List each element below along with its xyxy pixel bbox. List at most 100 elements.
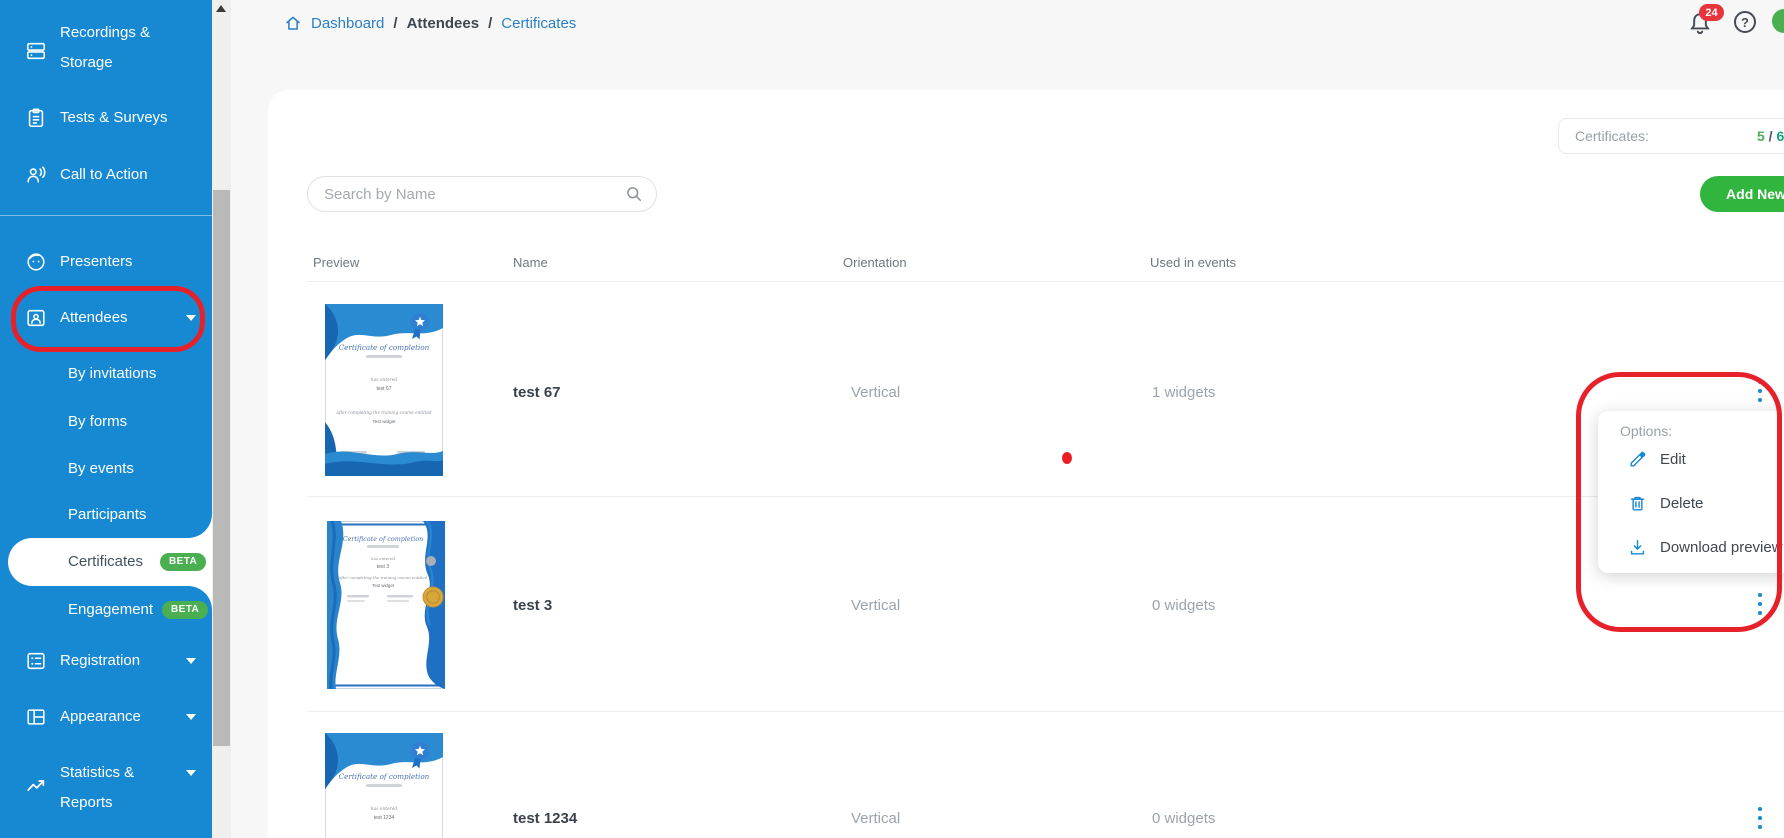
svg-text:Certificate of completion: Certificate of completion	[343, 535, 424, 543]
svg-text:Test widget: Test widget	[373, 419, 397, 424]
quota-value: 5 / 6	[1757, 119, 1784, 153]
svg-text:after completing the training: after completing the training course ent…	[339, 575, 428, 580]
breadcrumb-separator: /	[488, 15, 492, 32]
svg-text:after completing the training: after completing the training course ent…	[337, 410, 432, 415]
sidebar-item-presenters[interactable]: Presenters	[0, 247, 212, 277]
row-options-kebab-icon[interactable]	[1752, 380, 1768, 402]
sidebar-item-appearance[interactable]: Appearance	[0, 702, 212, 732]
tests-surveys-icon	[25, 107, 47, 129]
sidebar-item-label: Attendees	[60, 303, 186, 333]
certificate-preview-thumbnail: Certificate of completion has entered te…	[325, 733, 443, 838]
svg-text:Test widget: Test widget	[372, 583, 395, 588]
breadcrumb-attendees[interactable]: Attendees	[407, 15, 480, 32]
sidebar: Recordings & Storage Tests & Surveys Cal…	[0, 0, 212, 838]
sidebar-item-engagement[interactable]: Engagement BETA	[0, 595, 212, 625]
table-divider	[307, 496, 1784, 497]
pill-curve-top	[188, 514, 212, 538]
sidebar-divider	[0, 215, 212, 216]
sidebar-item-label: Tests & Surveys	[60, 103, 186, 133]
table-divider	[307, 281, 1784, 282]
certificate-preview-thumbnail: Certificate of completion has entered te…	[325, 304, 443, 476]
home-icon[interactable]	[284, 14, 302, 32]
edit-pencil-icon	[1628, 450, 1647, 469]
certificate-preview-thumbnail: Certificate of completion has entered te…	[327, 521, 445, 689]
help-icon[interactable]: ?	[1734, 11, 1756, 33]
quota-used: 5	[1757, 128, 1765, 144]
quota-label: Certificates:	[1575, 119, 1649, 153]
svg-text:test 67: test 67	[376, 386, 391, 392]
quota-separator: /	[1765, 128, 1777, 144]
sidebar-item-tests-surveys[interactable]: Tests & Surveys	[0, 103, 212, 133]
certificate-name: test 3	[513, 597, 552, 614]
breadcrumb-certificates[interactable]: Certificates	[501, 15, 576, 32]
beta-badge: BETA	[162, 601, 208, 619]
presenters-icon	[25, 251, 47, 273]
sidebar-item-participants[interactable]: Participants	[0, 500, 212, 530]
chevron-down-icon	[186, 714, 196, 720]
sidebar-subitem-label: By forms	[68, 413, 127, 430]
table-divider	[307, 711, 1784, 712]
options-popup-title: Options:	[1620, 423, 1672, 439]
sidebar-item-by-events[interactable]: By events	[0, 454, 212, 484]
recordings-storage-icon	[25, 40, 47, 62]
sidebar-subitem-label: By events	[68, 460, 134, 477]
add-new-button[interactable]: Add New	[1700, 176, 1784, 212]
sidebar-item-statistics-reports[interactable]: Statistics & Reports	[0, 758, 212, 818]
sidebar-subitem-label: Engagement	[68, 601, 153, 618]
sidebar-item-by-invitations[interactable]: By invitations	[0, 359, 212, 389]
sidebar-item-label: Statistics & Reports	[60, 758, 186, 818]
registration-icon	[25, 650, 47, 672]
search-input[interactable]	[307, 176, 657, 212]
certificate-used-in-events: 1 widgets	[1152, 384, 1215, 401]
vertical-scrollbar[interactable]	[212, 0, 231, 838]
breadcrumb-separator: /	[393, 15, 397, 32]
sidebar-subitem-label: By invitations	[68, 365, 156, 382]
sidebar-item-by-forms[interactable]: By forms	[0, 407, 212, 437]
notification-count-badge: 24	[1699, 4, 1724, 21]
promo-icon[interactable]	[1772, 9, 1784, 33]
menu-item-delete[interactable]: Delete	[1598, 485, 1784, 521]
certificate-name: test 1234	[513, 810, 577, 827]
statistics-icon	[25, 775, 47, 797]
sidebar-item-label: Call to Action	[60, 160, 186, 190]
sidebar-item-label: Recordings & Storage	[60, 18, 186, 78]
sidebar-item-label: Registration	[60, 646, 186, 676]
sidebar-item-label: Appearance	[60, 702, 186, 732]
breadcrumb-dashboard[interactable]: Dashboard	[311, 15, 384, 32]
sidebar-item-recordings-storage[interactable]: Recordings & Storage	[0, 18, 212, 78]
appearance-icon	[25, 706, 47, 728]
svg-text:has entered: has entered	[371, 807, 398, 812]
sidebar-subitem-label: Participants	[68, 506, 146, 523]
chevron-down-icon	[186, 315, 196, 321]
beta-badge: BETA	[160, 553, 206, 571]
menu-item-label: Download preview	[1660, 539, 1783, 556]
quota-total: 6	[1776, 128, 1784, 144]
menu-item-label: Edit	[1660, 451, 1686, 468]
menu-item-download-preview[interactable]: Download preview	[1598, 529, 1784, 565]
sidebar-item-registration[interactable]: Registration	[0, 646, 212, 676]
menu-item-label: Delete	[1660, 495, 1703, 512]
column-header-orientation: Orientation	[843, 255, 907, 270]
svg-text:Certificate of completion: Certificate of completion	[339, 772, 430, 781]
sidebar-item-call-to-action[interactable]: Call to Action	[0, 160, 212, 190]
sidebar-item-certificates-selected[interactable]: Certificates BETA	[8, 538, 212, 586]
options-popup: Options: Edit Delete Download preview	[1598, 411, 1784, 573]
menu-item-edit[interactable]: Edit	[1598, 441, 1784, 477]
scrollbar-up-arrow[interactable]	[216, 5, 226, 12]
svg-text:has entered: has entered	[371, 378, 398, 383]
certificate-name: test 67	[513, 384, 561, 401]
download-icon	[1628, 538, 1647, 557]
sidebar-subitem-label: Certificates	[68, 538, 143, 586]
row-options-kebab-icon[interactable]	[1752, 593, 1768, 615]
chevron-down-icon	[186, 658, 196, 664]
certificates-page: Recordings & Storage Tests & Surveys Cal…	[0, 0, 1784, 838]
scrollbar-thumb[interactable]	[213, 190, 230, 746]
certificates-quota-box: Certificates: 5 / 6	[1558, 118, 1784, 154]
certificate-orientation: Vertical	[851, 384, 900, 401]
certificate-used-in-events: 0 widgets	[1152, 810, 1215, 827]
call-to-action-icon	[25, 164, 47, 186]
column-header-preview: Preview	[313, 255, 359, 270]
sidebar-item-attendees[interactable]: Attendees	[0, 303, 212, 333]
attendees-icon	[25, 307, 47, 329]
row-options-kebab-icon[interactable]	[1752, 807, 1768, 829]
